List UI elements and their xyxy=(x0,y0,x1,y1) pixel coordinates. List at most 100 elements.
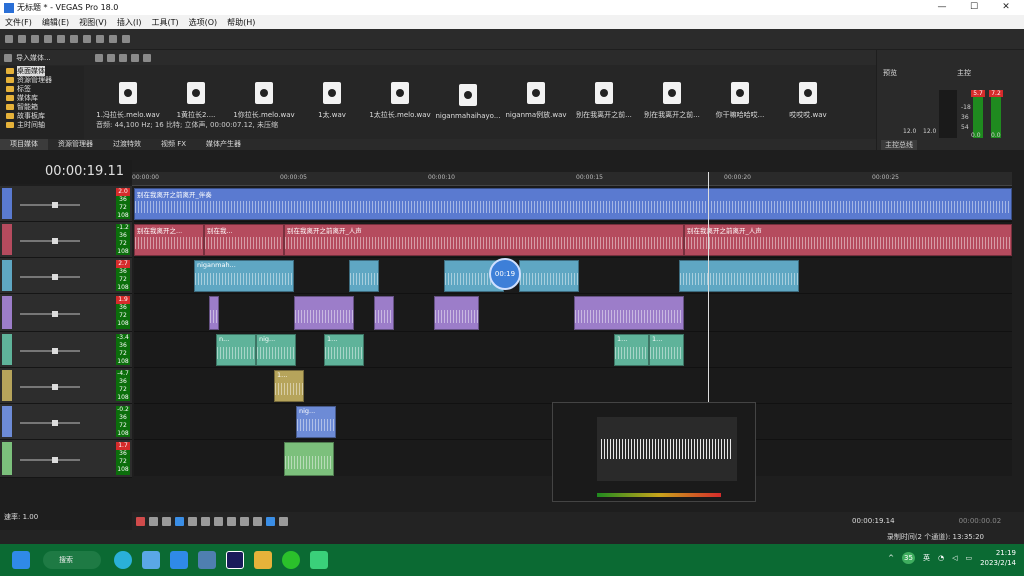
tree-item[interactable]: 资源管理器 xyxy=(0,75,84,84)
audio-clip[interactable]: nig... xyxy=(296,406,336,438)
loop-icon[interactable] xyxy=(149,516,158,526)
tab-project-media[interactable]: 项目媒体 xyxy=(0,139,48,150)
track-lane[interactable] xyxy=(134,294,1012,332)
slider-knob[interactable] xyxy=(52,348,58,354)
track-lane[interactable]: 别在我离开之... 别在我... 别在我离开之前离开_人声 别在我离开之前离开_人声 xyxy=(134,222,1012,258)
view-options-icon[interactable] xyxy=(142,53,151,62)
track-header[interactable]: 1.7 36 72 108 xyxy=(0,440,132,478)
redo-icon[interactable] xyxy=(122,35,130,43)
delete-media-icon[interactable] xyxy=(106,53,115,62)
taskbar-clock[interactable]: 21:19 2023/2/14 xyxy=(980,548,1016,568)
ime-language[interactable]: 英 xyxy=(923,553,930,563)
time-ruler[interactable]: 00:00:00 00:00:05 00:00:10 00:00:15 00:00:20… xyxy=(132,172,1012,186)
wifi-icon[interactable]: ◔ xyxy=(938,554,944,562)
tree-item[interactable]: 标签 xyxy=(0,84,84,93)
audio-clip[interactable]: 1... xyxy=(324,334,364,366)
track-header[interactable]: -0.2 36 72 108 xyxy=(0,404,132,440)
chevron-up-icon[interactable]: ^ xyxy=(888,554,894,562)
capture-icon[interactable] xyxy=(94,53,103,62)
audio-clip[interactable] xyxy=(434,296,479,330)
file-explorer-icon[interactable] xyxy=(254,551,272,569)
menu-options[interactable]: 选项(O) xyxy=(184,17,223,28)
media-thumbnail[interactable]: 1黄拉长2.... xyxy=(162,66,230,120)
cortana-icon[interactable] xyxy=(114,551,132,569)
track-lane[interactable]: n... nig... 1... 1... 1... xyxy=(134,332,1012,368)
audio-clip[interactable] xyxy=(209,296,219,330)
track-volume-slider[interactable] xyxy=(20,276,80,278)
weather-badge[interactable]: 35 xyxy=(902,552,915,564)
new-project-icon[interactable] xyxy=(5,35,13,43)
media-thumbnail[interactable]: 1.冯拉长.melo.wav xyxy=(94,66,162,120)
slider-knob[interactable] xyxy=(52,274,58,280)
tab-media-generators[interactable]: 媒体产生器 xyxy=(196,139,251,150)
media-thumbnail[interactable]: 1你拉长.melo.wav xyxy=(230,66,298,120)
menu-file[interactable]: 文件(F) xyxy=(0,17,37,28)
play-preview-icon[interactable] xyxy=(118,53,127,62)
stop-preview-icon[interactable] xyxy=(130,53,139,62)
track-lane[interactable]: 别在我离开之前离开_伴奏 xyxy=(134,186,1012,222)
audio-clip[interactable]: 1... xyxy=(649,334,684,366)
media-thumbnail[interactable]: 你干嘛哈哈哎... xyxy=(706,66,774,120)
menu-insert[interactable]: 插入(I) xyxy=(112,17,147,28)
media-thumbnail[interactable]: 1太拉长.melo.wav xyxy=(366,66,434,120)
track-volume-slider[interactable] xyxy=(20,422,80,424)
tab-transitions[interactable]: 过渡特效 xyxy=(103,139,151,150)
audio-clip[interactable] xyxy=(284,442,334,476)
track-lane[interactable]: 1... xyxy=(134,368,1012,404)
track-header[interactable]: -3.4 36 72 108 xyxy=(0,332,132,368)
import-media-icon[interactable] xyxy=(4,53,12,62)
audio-clip[interactable]: 别在我离开之前离开_人声 xyxy=(684,224,1012,256)
audio-clip[interactable]: 别在我离开之前离开_伴奏 xyxy=(134,188,1012,220)
track-volume-slider[interactable] xyxy=(20,204,80,206)
next-frame-icon[interactable] xyxy=(253,516,262,526)
audio-clip[interactable]: nig... xyxy=(256,334,296,366)
app-icon[interactable] xyxy=(310,551,328,569)
tree-item[interactable]: 媒体库 xyxy=(0,93,84,102)
menu-view[interactable]: 视图(V) xyxy=(74,17,112,28)
stop-icon[interactable] xyxy=(201,516,210,526)
audio-clip[interactable]: n... xyxy=(216,334,256,366)
start-icon[interactable] xyxy=(12,551,30,569)
audio-clip[interactable]: 1... xyxy=(274,370,304,402)
minimize-button[interactable]: — xyxy=(926,0,958,15)
playback-rate[interactable]: 速率: 1.00 xyxy=(0,510,132,524)
track-lane[interactable]: niganmah... xyxy=(134,258,1012,294)
track-volume-slider[interactable] xyxy=(20,240,80,242)
play-icon[interactable] xyxy=(175,516,184,526)
slider-knob[interactable] xyxy=(52,311,58,317)
cut-icon[interactable] xyxy=(70,35,78,43)
track-header[interactable]: -1.2 36 72 108 xyxy=(0,222,132,258)
maximize-button[interactable]: ☐ xyxy=(958,0,990,15)
track-volume-slider[interactable] xyxy=(20,386,80,388)
open-project-icon[interactable] xyxy=(18,35,26,43)
audio-clip[interactable] xyxy=(294,296,354,330)
prev-frame-icon[interactable] xyxy=(240,516,249,526)
audio-clip[interactable]: niganmah... xyxy=(194,260,294,292)
vegas-taskbar-icon[interactable] xyxy=(226,551,244,569)
speaker-icon[interactable]: ◁ xyxy=(952,554,957,562)
photos-app-icon[interactable] xyxy=(170,551,188,569)
auto-ripple-icon[interactable] xyxy=(279,516,288,526)
slider-knob[interactable] xyxy=(52,457,58,463)
taskbar-search[interactable]: 搜索 xyxy=(43,551,101,569)
calculator-app-icon[interactable] xyxy=(198,551,216,569)
media-thumbnail[interactable]: 别在我离开之前... xyxy=(638,66,706,120)
tab-video-fx[interactable]: 视频 FX xyxy=(151,139,196,150)
track-header[interactable]: 2.0 36 72 108 xyxy=(0,186,132,222)
audio-clip[interactable]: 别在我离开之前离开_人声 xyxy=(284,224,684,256)
audio-clip[interactable]: 别在我... xyxy=(204,224,284,256)
wechat-icon[interactable] xyxy=(282,551,300,569)
camera-app-icon[interactable] xyxy=(142,551,160,569)
track-header[interactable]: 1.9 36 72 108 xyxy=(0,294,132,332)
copy-icon[interactable] xyxy=(83,35,91,43)
render-icon[interactable] xyxy=(44,35,52,43)
media-thumbnail[interactable]: niganma例放.wav xyxy=(502,66,570,120)
track-volume-slider[interactable] xyxy=(20,459,80,461)
track-header[interactable]: 2.7 36 72 108 xyxy=(0,258,132,294)
go-to-start-icon[interactable] xyxy=(214,516,223,526)
media-thumbnail[interactable]: niganmahaihayo... xyxy=(434,66,502,120)
audio-clip[interactable] xyxy=(374,296,394,330)
media-thumbnail[interactable]: 哎哎哎.wav xyxy=(774,66,842,120)
pause-icon[interactable] xyxy=(188,516,197,526)
media-thumbnail[interactable]: 1太.wav xyxy=(298,66,366,120)
